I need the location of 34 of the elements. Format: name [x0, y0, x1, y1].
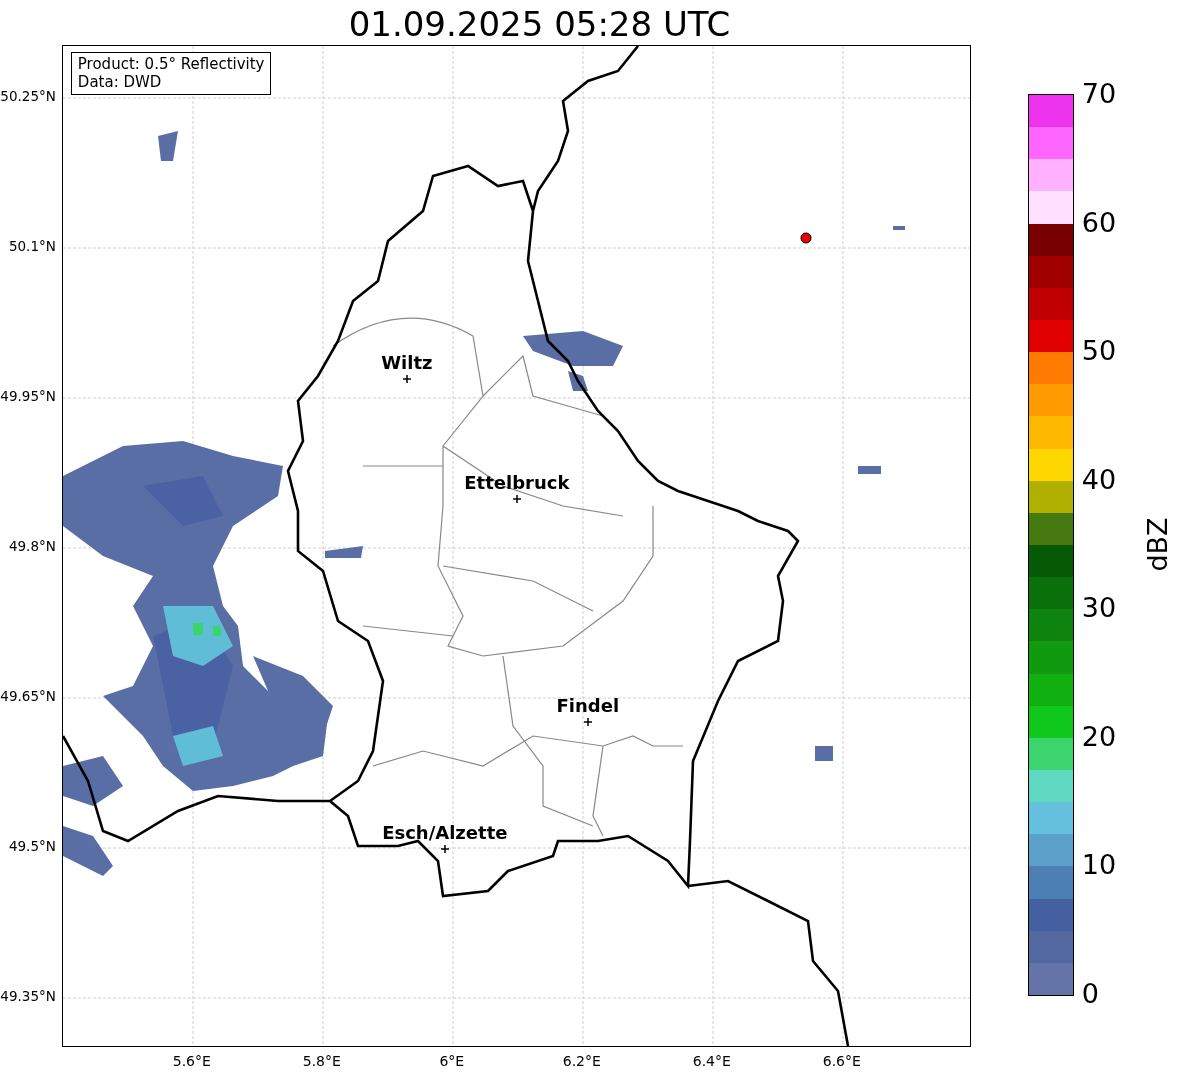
- axis-tick-label: 5.8°E: [302, 1053, 341, 1069]
- colorbar-tick-label: 60: [1081, 206, 1117, 239]
- city-label: Wiltz: [381, 352, 433, 373]
- colorbar-tick-label: 20: [1081, 720, 1117, 753]
- radar-site-marker: [800, 232, 812, 244]
- axis-tick-label: 49.8°N: [8, 538, 56, 554]
- colorbar-label: dBZ: [1141, 516, 1173, 572]
- colorbar-tick-label: 40: [1081, 463, 1117, 496]
- axis-tick-label: 6.2°E: [562, 1053, 601, 1069]
- axis-tick-label: 6.6°E: [822, 1053, 861, 1069]
- colorbar-tick-label: 30: [1081, 592, 1117, 625]
- colorbar-tick-label: 50: [1081, 335, 1117, 368]
- legend-text: Data: DWD: [77, 73, 163, 91]
- axis-tick-label: 50.25°N: [0, 88, 56, 104]
- city-marker-icon: [440, 844, 450, 854]
- city-marker-icon: [402, 374, 412, 384]
- colorbar-tick-label: 0: [1081, 978, 1099, 1010]
- axis-tick-label: 49.5°N: [8, 838, 56, 854]
- axis-tick-label: 49.65°N: [0, 688, 56, 704]
- colorbar-tick-label: 10: [1081, 849, 1117, 882]
- axis-tick-label: 49.35°N: [0, 988, 56, 1004]
- legend-text: Product: 0.5° Reflectivity: [77, 55, 265, 73]
- axis-tick-label: 50.1°N: [8, 238, 56, 254]
- chart-title: 01.09.2025 05:28 UTC: [348, 3, 731, 45]
- colorbar-tick-label: 70: [1081, 78, 1117, 110]
- city-marker-icon: [512, 494, 522, 504]
- axis-tick-label: 49.95°N: [0, 388, 56, 404]
- axis-tick-label: 5.6°E: [172, 1053, 211, 1069]
- city-marker-icon: [583, 717, 593, 727]
- axis-tick-label: 6°E: [439, 1053, 465, 1069]
- axis-tick-label: 6.4°E: [692, 1053, 731, 1069]
- city-label: Esch/Alzette: [382, 822, 508, 843]
- city-label: Findel: [556, 695, 620, 716]
- city-label: Ettelbruck: [464, 472, 570, 493]
